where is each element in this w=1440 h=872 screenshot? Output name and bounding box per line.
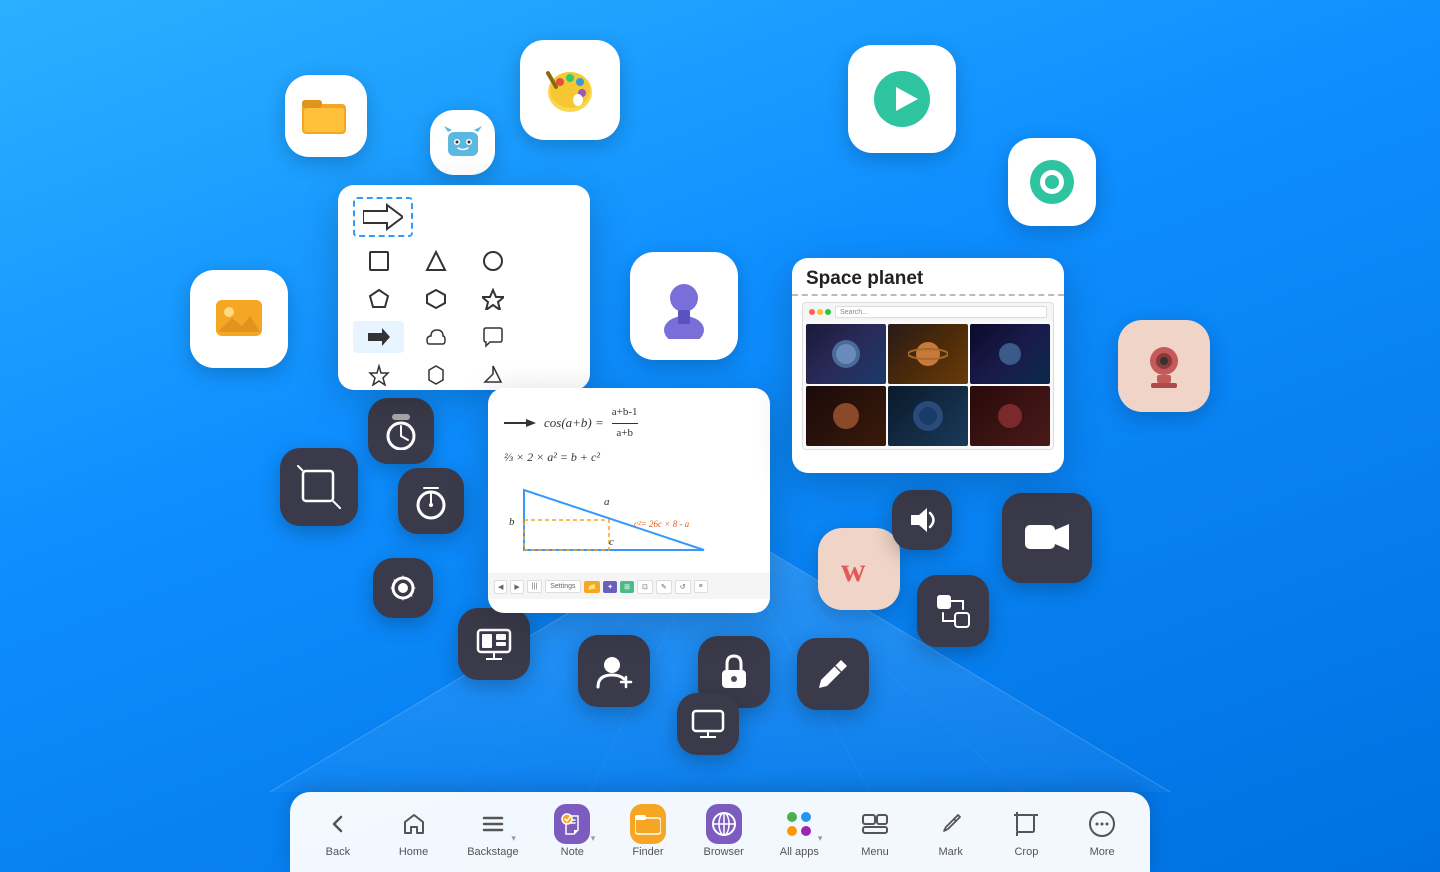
space-card-title: Space planet xyxy=(792,258,1064,296)
files-icon[interactable] xyxy=(285,75,367,157)
timer-icon[interactable] xyxy=(368,398,434,464)
transfer-icon[interactable] xyxy=(917,575,989,647)
math-card: cos(a+b) = a+b-1 a+b ⅔ × 2 × a² = b + c²… xyxy=(488,388,770,613)
webcam-icon[interactable] xyxy=(1118,320,1210,412)
back-button[interactable]: Back xyxy=(308,800,368,864)
finder-button[interactable]: Finder xyxy=(618,800,678,864)
svg-text:c: c xyxy=(609,536,614,548)
avatar-icon[interactable] xyxy=(630,252,738,360)
shapes-card xyxy=(338,185,590,390)
cat-icon[interactable] xyxy=(430,110,495,175)
presenter-icon[interactable] xyxy=(458,608,530,680)
video-dark-icon[interactable] xyxy=(1002,493,1092,583)
mark-button[interactable]: Mark xyxy=(921,800,981,864)
display-icon[interactable] xyxy=(677,693,739,755)
svg-text:c²= 26c × 8 - a: c²= 26c × 8 - a xyxy=(634,519,690,529)
crop-button[interactable]: Crop xyxy=(996,800,1056,864)
svg-text:b: b xyxy=(509,516,515,528)
settings-icon[interactable] xyxy=(373,558,433,618)
video-player-icon[interactable] xyxy=(848,45,956,153)
crop-tool-icon[interactable] xyxy=(280,448,358,526)
backstage-button[interactable]: ▾ Backstage xyxy=(459,800,526,864)
paint-icon[interactable] xyxy=(520,40,620,140)
pen-icon[interactable] xyxy=(797,638,869,710)
browser-button[interactable]: Browser xyxy=(694,800,754,864)
gallery-icon[interactable] xyxy=(190,270,288,368)
svg-text:w: w xyxy=(841,552,866,589)
wordart-icon[interactable]: w xyxy=(818,528,900,610)
allapps-button[interactable]: ▾ All apps xyxy=(769,800,829,864)
add-user-icon[interactable] xyxy=(578,635,650,707)
speaker-icon[interactable] xyxy=(892,490,952,550)
home-button[interactable]: Home xyxy=(384,800,444,864)
note-button[interactable]: ▾ Note xyxy=(542,800,602,864)
space-card: Space planet Search... xyxy=(792,258,1064,473)
more-button[interactable]: More xyxy=(1072,800,1132,864)
taskbar: Back Home ▾ Backstage xyxy=(290,792,1150,872)
menu-button[interactable]: Menu xyxy=(845,800,905,864)
svg-text:a: a xyxy=(604,496,610,508)
teal-ring-icon[interactable] xyxy=(1008,138,1096,226)
stopwatch-icon[interactable] xyxy=(398,468,464,534)
